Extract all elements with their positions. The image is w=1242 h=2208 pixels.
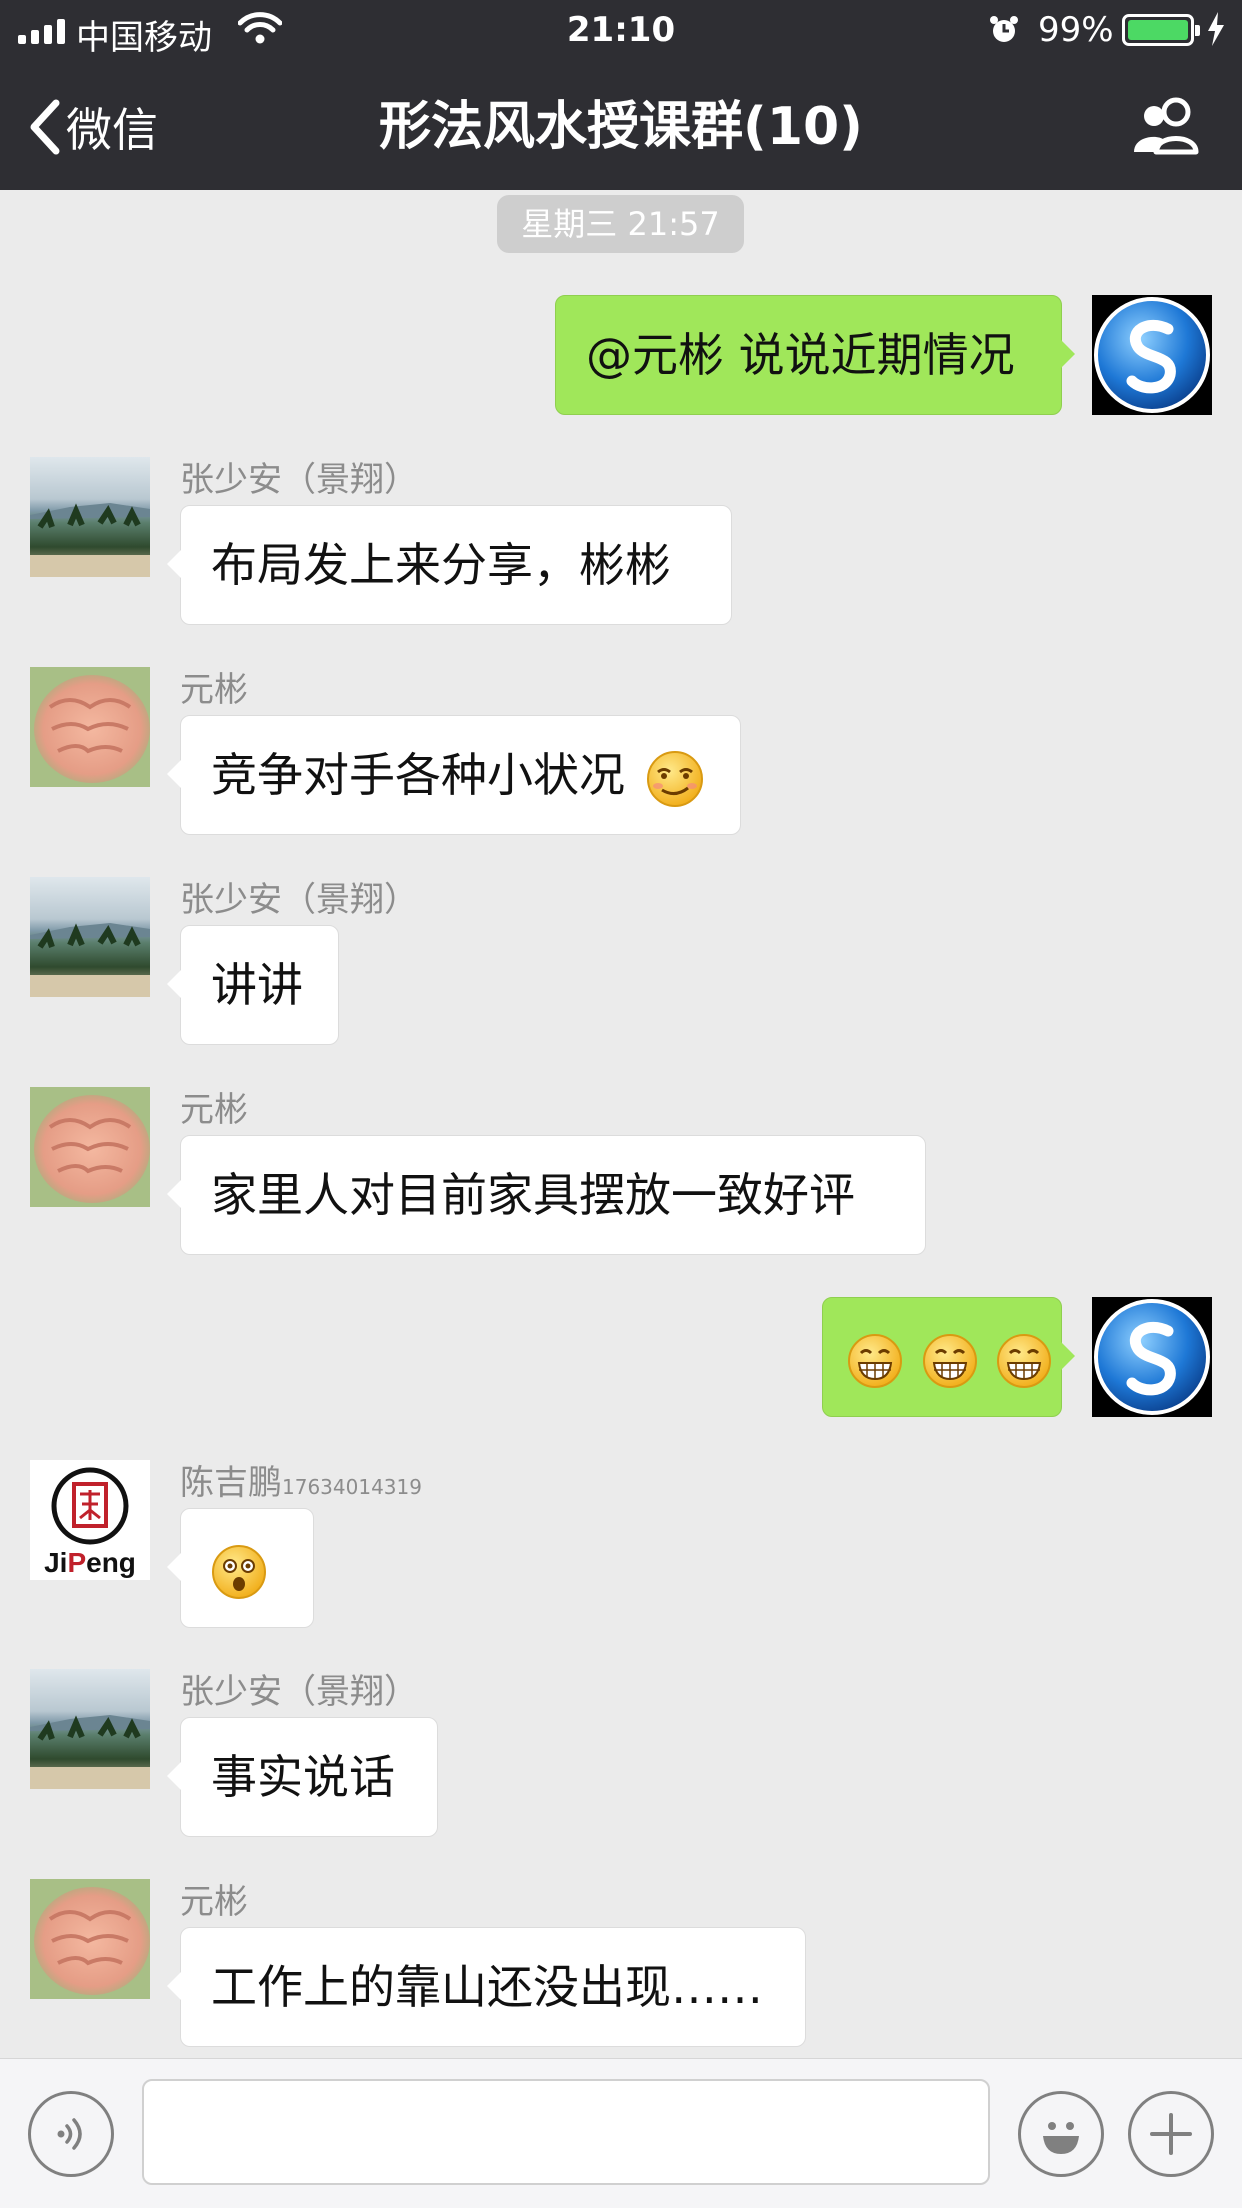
sender-name-text: 陈吉鹏 xyxy=(180,1463,282,1503)
svg-text:JiPeng: JiPeng xyxy=(44,1547,136,1578)
avatar-jipeng[interactable]: JiPeng xyxy=(30,1460,150,1580)
message-text: @元彬 说说近期情况 xyxy=(586,328,1015,382)
message-bubble[interactable]: 布局发上来分享，彬彬 xyxy=(167,505,732,625)
sender-suffix: 17634014319 xyxy=(282,1475,422,1499)
plus-icon xyxy=(1150,2113,1192,2155)
message-bubble[interactable]: 家里人对目前家具摆放一致好评 xyxy=(167,1135,926,1255)
message-text: 事实说话 xyxy=(211,1750,395,1804)
grin-emoji-icon xyxy=(848,1333,902,1388)
emoji-button[interactable] xyxy=(1018,2091,1104,2177)
chat-title: 形法风水授课群(10) xyxy=(379,97,863,157)
message-bubble[interactable]: 工作上的靠山还没出现…… xyxy=(167,1927,806,2047)
more-button[interactable] xyxy=(1128,2091,1214,2177)
avatar-yuanbin[interactable] xyxy=(30,667,150,787)
message-text: 布局发上来分享，彬彬 xyxy=(211,538,671,592)
grin-emoji-icon xyxy=(922,1333,977,1388)
people-icon xyxy=(1134,97,1199,155)
charging-icon xyxy=(1206,12,1226,55)
top-bar: 中国移动 21:10 99% 微信 形法风水授课群(10) xyxy=(0,0,1242,190)
avatar-zhang[interactable] xyxy=(30,1669,150,1789)
avatar-yuanbin[interactable] xyxy=(30,1879,150,1999)
message-text: 讲讲 xyxy=(211,958,303,1012)
smiley-icon xyxy=(1043,2122,1079,2154)
message-bubble[interactable] xyxy=(822,1297,1075,1417)
grin-emoji-icon xyxy=(997,1333,1052,1388)
sender-name: 元彬 xyxy=(180,1090,248,1130)
voice-icon xyxy=(57,2118,82,2150)
message-bubble[interactable]: 讲讲 xyxy=(167,925,339,1045)
avatar-zhang[interactable] xyxy=(30,457,150,577)
input-bar xyxy=(0,2058,1242,2208)
avatar-yuanbin[interactable] xyxy=(30,1087,150,1207)
smirk-emoji-icon xyxy=(646,750,703,807)
message-text: 竞争对手各种小状况 xyxy=(211,748,625,802)
message-bubble[interactable]: 竞争对手各种小状况 xyxy=(167,715,741,835)
message-bubble[interactable]: @元彬 说说近期情况 xyxy=(555,295,1075,415)
shocked-emoji-icon xyxy=(212,1544,266,1599)
alarm-icon xyxy=(988,14,1020,55)
message-input[interactable] xyxy=(142,2079,990,2185)
battery-icon xyxy=(1122,14,1200,46)
my-avatar[interactable] xyxy=(1092,1297,1212,1417)
avatar-zhang[interactable] xyxy=(30,877,150,997)
sender-name: 陈吉鹏17634014319 xyxy=(180,1455,422,1504)
status-bar: 中国移动 21:10 99% xyxy=(0,0,1242,60)
sender-name: 张少安（景翔） xyxy=(180,1672,418,1712)
my-avatar[interactable] xyxy=(1092,295,1212,415)
sender-name: 元彬 xyxy=(180,670,248,710)
voice-button[interactable] xyxy=(28,2091,114,2177)
message-text: 工作上的靠山还没出现…… xyxy=(211,1960,763,2014)
message-bubble[interactable]: 事实说话 xyxy=(167,1717,438,1837)
sender-name: 张少安（景翔） xyxy=(180,880,418,920)
message-bubble[interactable] xyxy=(167,1508,314,1628)
sender-name: 元彬 xyxy=(180,1882,248,1922)
group-members-button[interactable] xyxy=(1130,96,1202,160)
sender-name: 张少安（景翔） xyxy=(180,460,418,500)
message-text: 家里人对目前家具摆放一致好评 xyxy=(211,1168,855,1222)
battery-percent: 99% xyxy=(1038,10,1114,50)
chat-timestamp: 星期三 21:57 xyxy=(497,195,744,253)
